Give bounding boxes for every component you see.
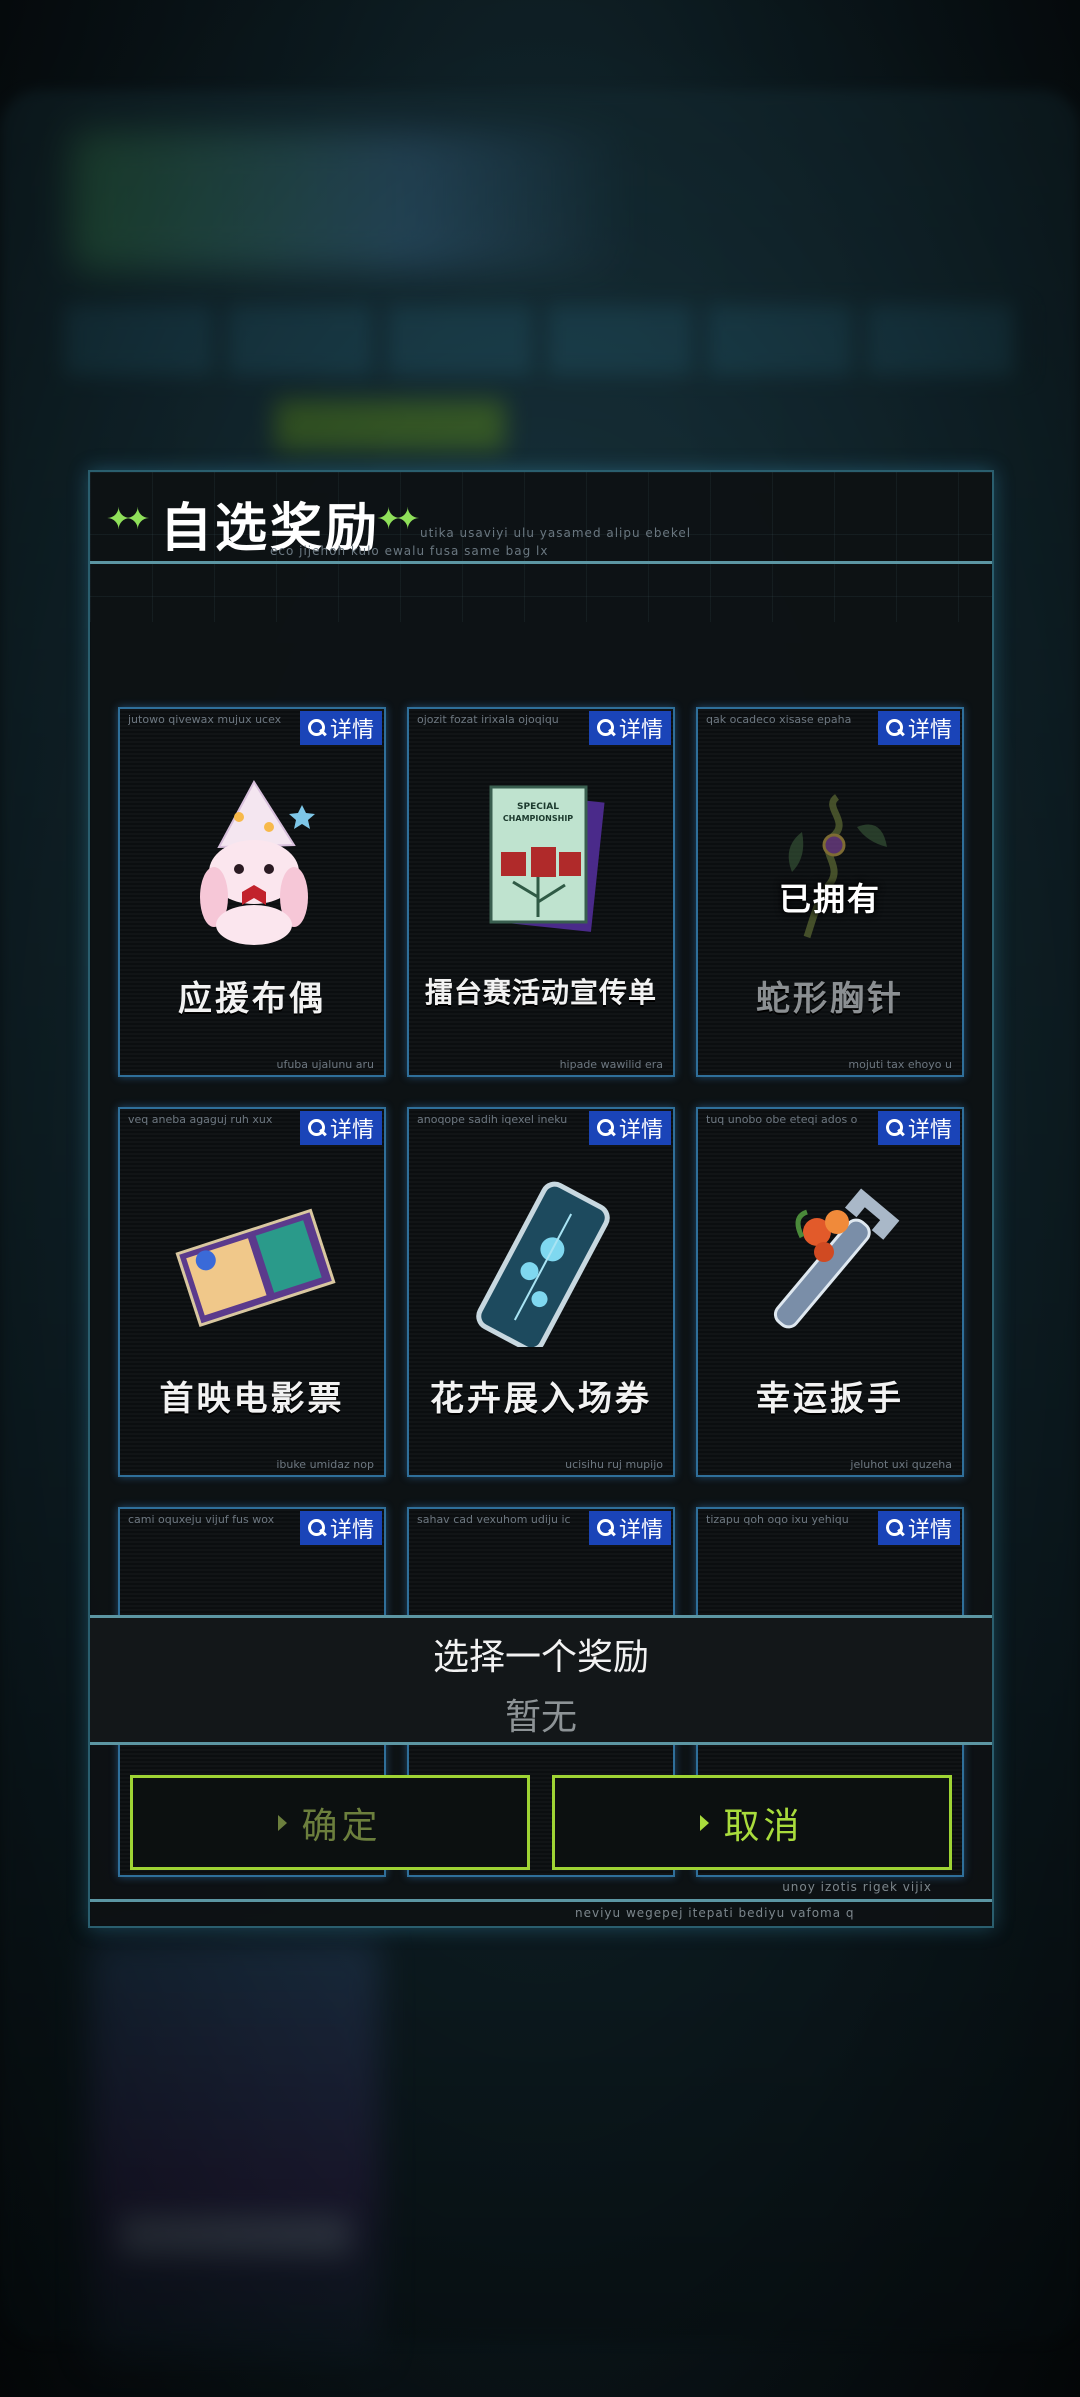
selection-panel: 选择一个奖励 暂无 — [90, 1615, 992, 1745]
detail-button[interactable]: 详情 — [300, 1111, 382, 1145]
card-code-text: cami oquxeju vijuf fus wox — [128, 1513, 275, 1526]
detail-button[interactable]: 详情 — [878, 1111, 960, 1145]
detail-button-label: 详情 — [618, 718, 663, 743]
search-icon — [885, 1119, 904, 1137]
search-icon — [307, 1119, 326, 1137]
owned-label: 已拥有 — [778, 880, 881, 918]
reward-card[interactable]: anoqope sadih iqexel ineku 详情 花卉展入场券 uci… — [407, 1107, 675, 1477]
card-code-text: ibuke umidaz nop — [276, 1458, 374, 1471]
footer-flavor-text-1: unoy izotis rigek vijix — [782, 1880, 932, 1894]
card-code-text: anoqope sadih iqexel ineku — [417, 1113, 568, 1126]
play-arrow-icon — [700, 1814, 710, 1831]
search-icon — [307, 1519, 326, 1537]
card-code-text: qak ocadeco xisase epaha — [706, 713, 852, 726]
reward-name: 幸运扳手 — [756, 1379, 904, 1419]
detail-button[interactable]: 详情 — [589, 1111, 671, 1145]
detail-button[interactable]: 详情 — [300, 711, 382, 745]
sparkle-right-icon: ✦✦ — [376, 502, 420, 537]
reward-name: 蛇形胸针 — [756, 979, 904, 1019]
detail-button[interactable]: 详情 — [589, 711, 671, 745]
sparkle-left-icon: ✦✦ — [106, 502, 150, 537]
dialog-header: ✦✦ 自选奖励 ✦✦ utika usaviyi ulu yasamed ali… — [90, 472, 992, 564]
flyer-art-text-1: SPECIAL — [517, 802, 559, 812]
reward-card[interactable]: veq aneba agaguj ruh xux 详情 首映电影票 ibuke … — [118, 1107, 386, 1477]
card-code-text: tuq unobo obe eteqi ados o — [706, 1113, 858, 1126]
card-code-text: veq aneba agaguj ruh xux — [128, 1113, 273, 1126]
title-flavor-text-1: utika usaviyi ulu yasamed alipu ebekel — [420, 526, 692, 540]
detail-button[interactable]: 详情 — [589, 1511, 671, 1545]
cancel-button[interactable]: 取消 — [552, 1775, 952, 1870]
reward-name: 应援布偶 — [178, 979, 326, 1019]
play-arrow-icon — [278, 1814, 288, 1831]
card-code-text: sahav cad vexuhom udiju ic — [417, 1513, 571, 1526]
reward-name: 擂台赛活动宣传单 — [424, 976, 657, 1009]
card-code-text: jeluhot uxi quzeha — [850, 1458, 952, 1471]
card-code-text: mojuti tax ehoyo u — [848, 1058, 952, 1071]
reward-name: 花卉展入场券 — [430, 1379, 652, 1419]
selection-value: 暂无 — [504, 1697, 577, 1738]
confirm-button[interactable]: 确定 — [130, 1775, 530, 1870]
footer-flavor-text-2: neviyu wegepej itepati bediyu vafoma q — [575, 1906, 855, 1920]
search-icon — [596, 1119, 615, 1137]
snake-brooch-icon — [788, 794, 887, 939]
card-code-text: jutowo qivewax mujux ucex — [128, 713, 282, 726]
reward-name: 首映电影票 — [159, 1379, 345, 1419]
card-code-text: tizapu qoh oqo ixu yehiqu — [706, 1513, 849, 1526]
detail-button-label: 详情 — [329, 1118, 374, 1143]
detail-button[interactable]: 详情 — [878, 1511, 960, 1545]
reward-card[interactable]: tuq unobo obe eteqi ados o 详情 幸运扳手 jeluh… — [696, 1107, 964, 1477]
selection-title: 选择一个奖励 — [432, 1637, 649, 1678]
card-code-text: hipade wawilid era — [559, 1058, 663, 1071]
search-icon — [307, 719, 326, 737]
reward-card[interactable]: jutowo qivewax mujux ucex 详情 应援布偶 ufuba … — [118, 707, 386, 1077]
card-code-text: ufuba ujalunu aru — [276, 1058, 374, 1071]
search-icon — [596, 1519, 615, 1537]
search-icon — [596, 719, 615, 737]
flyer-art-text-2: CHAMPIONSHIP — [503, 814, 573, 823]
search-icon — [885, 719, 904, 737]
search-icon — [885, 1519, 904, 1537]
card-code-text: ucisihu ruj mupijo — [565, 1458, 663, 1471]
detail-button-label: 详情 — [618, 1118, 663, 1143]
flower-show-ticket-icon — [476, 1181, 610, 1347]
reward-card[interactable]: ojozit fozat irixala ojoqiqu 详情 SPECIAL … — [407, 707, 675, 1077]
confirm-button-label: 确定 — [301, 1805, 382, 1847]
championship-flyer-icon: SPECIAL CHAMPIONSHIP — [489, 785, 605, 932]
detail-button[interactable]: 详情 — [878, 711, 960, 745]
footer-divider — [90, 1899, 992, 1902]
detail-button-label: 详情 — [907, 1518, 952, 1543]
cancel-button-label: 取消 — [723, 1805, 804, 1847]
detail-button-label: 详情 — [618, 1518, 663, 1543]
reward-select-dialog: ✦✦ 自选奖励 ✦✦ utika usaviyi ulu yasamed ali… — [88, 470, 994, 1928]
detail-button-label: 详情 — [907, 1118, 952, 1143]
title-flavor-text-2: eco jijehoh kulo ewalu fusa same bag lx — [270, 544, 549, 558]
lucky-wrench-icon — [773, 1188, 900, 1329]
detail-button-label: 详情 — [329, 718, 374, 743]
card-code-text: ojozit fozat irixala ojoqiqu — [417, 713, 559, 726]
detail-button-label: 详情 — [329, 1518, 374, 1543]
plush-bunny-icon — [200, 780, 315, 945]
reward-card[interactable]: qak ocadeco xisase epaha 详情 已拥有 蛇形胸针 moj… — [696, 707, 964, 1077]
detail-button[interactable]: 详情 — [300, 1511, 382, 1545]
detail-button-label: 详情 — [907, 718, 952, 743]
movie-ticket-icon — [175, 1208, 336, 1328]
